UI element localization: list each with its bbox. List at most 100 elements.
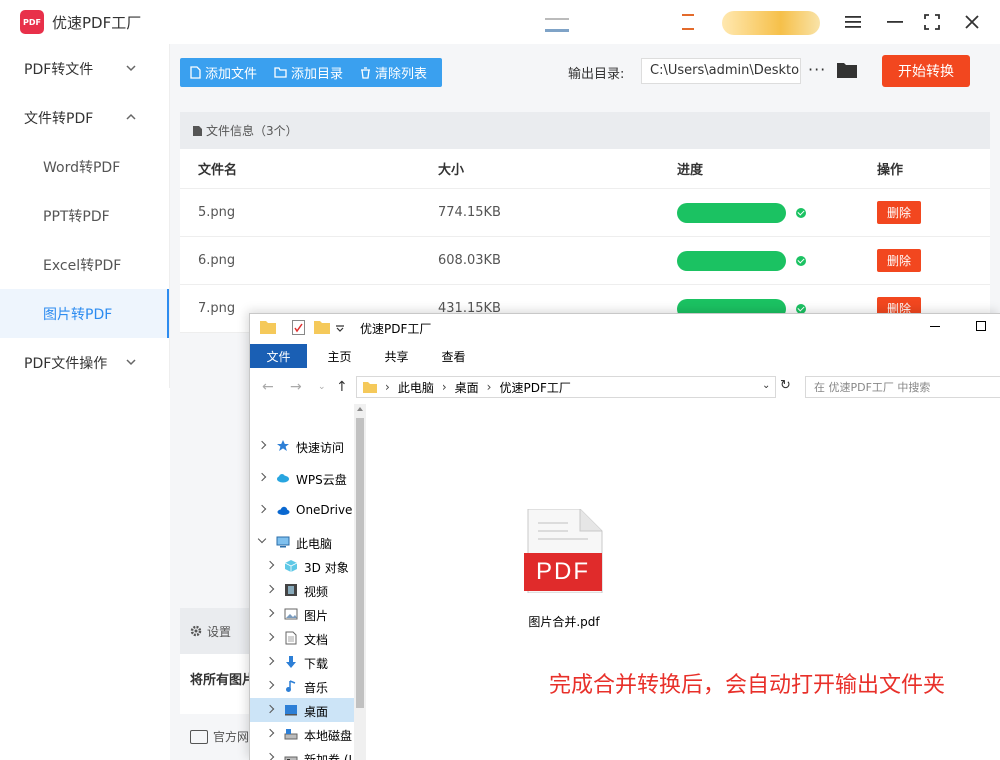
file-name-cell: 7.png (198, 301, 236, 316)
add-file-button[interactable]: 添加文件 (190, 63, 257, 82)
close-icon[interactable] (959, 10, 985, 34)
expand-arrow-icon[interactable] (265, 656, 275, 666)
tree-label: 新加卷 (I (304, 753, 353, 760)
breadcrumb-separator: › (385, 380, 390, 394)
folder-icon (260, 321, 276, 334)
back-icon[interactable]: ← (262, 379, 274, 395)
menu-icon[interactable] (840, 10, 866, 34)
tree-label: 文档 (304, 633, 329, 647)
tree-item-new-volume[interactable]: 新加卷 (I (250, 746, 366, 760)
tree-item-3d-objects[interactable]: 3D 对象 (250, 554, 366, 578)
check-icon (796, 207, 806, 218)
tree-item-music[interactable]: 音乐 (250, 674, 366, 698)
navigation-tree: 快速访问 WPS云盘 OneDrive 此电脑 3D 对象 视频 图片 文档 下… (250, 404, 366, 760)
sidebar-item-pdf-to-file[interactable]: PDF转文件 (0, 44, 169, 93)
tab-home[interactable]: 主页 (313, 344, 366, 368)
clear-list-button[interactable]: 清除列表 (360, 63, 427, 82)
expand-arrow-icon[interactable] (265, 752, 275, 760)
tree-scrollbar[interactable] (354, 404, 366, 760)
tree-item-documents[interactable]: 文档 (250, 626, 366, 650)
address-bar[interactable]: › 此电脑 › 桌面 › 优速PDF工厂 (356, 376, 776, 398)
disk-icon (284, 729, 298, 740)
sidebar-item-excel-to-pdf[interactable]: Excel转PDF (0, 240, 169, 289)
tree-item-wps-cloud[interactable]: WPS云盘 (250, 466, 366, 490)
more-options-button[interactable]: ··· (808, 60, 826, 79)
up-icon[interactable]: ↑ (336, 379, 348, 395)
scroll-up-icon[interactable] (357, 407, 363, 411)
expand-arrow-icon[interactable] (257, 504, 267, 514)
breadcrumb-desktop[interactable]: 桌面 (455, 379, 479, 396)
expand-arrow-icon[interactable] (265, 728, 275, 738)
output-dir-input[interactable]: C:\Users\admin\Desktop (641, 58, 801, 84)
scrollbar-thumb[interactable] (356, 418, 364, 708)
folder-icon (363, 382, 377, 393)
sidebar-item-ppt-to-pdf[interactable]: PPT转PDF (0, 191, 169, 240)
vip-button[interactable] (722, 11, 820, 35)
expand-arrow-icon[interactable] (265, 584, 275, 594)
sidebar-item-word-to-pdf[interactable]: Word转PDF (0, 142, 169, 191)
start-convert-button[interactable]: 开始转换 (882, 55, 970, 87)
music-icon (286, 680, 296, 692)
tree-label: 图片 (304, 609, 329, 623)
expand-arrow-icon[interactable] (265, 704, 275, 714)
pdf-file-name[interactable]: 图片合并.pdf (509, 613, 619, 630)
forward-icon[interactable]: → (290, 379, 302, 395)
delete-button[interactable]: 删除 (877, 249, 921, 272)
refresh-icon[interactable]: ↻ (780, 378, 791, 393)
expand-arrow-icon[interactable] (265, 608, 275, 618)
sidebar-item-pdf-operations[interactable]: PDF文件操作 (0, 338, 169, 387)
tree-item-pictures[interactable]: 图片 (250, 602, 366, 626)
tree-label: 音乐 (304, 681, 329, 695)
file-size-cell: 608.03KB (438, 253, 501, 268)
tree-item-downloads[interactable]: 下载 (250, 650, 366, 674)
breadcrumb-this-pc[interactable]: 此电脑 (398, 379, 434, 396)
tree-item-videos[interactable]: 视频 (250, 578, 366, 602)
explorer-minimize-icon[interactable] (930, 326, 940, 327)
expand-arrow-icon[interactable] (257, 440, 267, 450)
app-logo-icon: PDF (20, 10, 44, 34)
official-site-link[interactable]: 官方网 (190, 728, 249, 745)
dropdown-icon[interactable] (336, 324, 344, 332)
explorer-maximize-icon[interactable] (976, 321, 986, 331)
breadcrumb-folder[interactable]: 优速PDF工厂 (499, 379, 570, 396)
tab-share[interactable]: 共享 (370, 344, 423, 368)
action-cell: 删除 (877, 237, 921, 284)
progress-bar (677, 202, 786, 223)
video-icon (285, 584, 297, 596)
sidebar-item-label: PDF文件操作 (24, 355, 108, 372)
tree-label: 下载 (304, 657, 329, 671)
address-dropdown-icon[interactable]: ⌄ (762, 380, 770, 391)
expand-arrow-icon[interactable] (265, 560, 275, 570)
folder-icon[interactable] (837, 61, 857, 78)
expand-arrow-icon[interactable] (257, 472, 267, 482)
expand-arrow-icon[interactable] (265, 680, 275, 690)
add-directory-button[interactable]: 添加目录 (274, 63, 343, 82)
tree-item-desktop[interactable]: 桌面 (250, 698, 366, 722)
properties-icon[interactable] (292, 320, 305, 335)
maximize-icon[interactable] (919, 10, 945, 34)
new-folder-icon[interactable] (314, 320, 330, 334)
expand-arrow-icon[interactable] (265, 632, 275, 642)
recent-dropdown-icon[interactable]: ⌄ (318, 382, 326, 392)
sidebar-item-label: Excel转PDF (43, 257, 122, 274)
sidebar-item-file-to-pdf[interactable]: 文件转PDF (0, 93, 169, 142)
check-icon (796, 255, 806, 266)
search-input[interactable]: 在 优速PDF工厂 中搜索 (805, 376, 1000, 398)
tab-view[interactable]: 查看 (427, 344, 480, 368)
clear-list-label: 清除列表 (375, 67, 428, 82)
tree-item-quick-access[interactable]: 快速访问 (250, 434, 366, 458)
pdf-file-icon[interactable]: PDF (524, 509, 604, 593)
gift-icon[interactable] (682, 12, 694, 32)
minimize-icon[interactable] (882, 10, 908, 34)
explorer-titlebar: 优速PDF工厂 (250, 314, 1000, 342)
delete-button[interactable]: 删除 (877, 201, 921, 224)
sidebar-item-image-to-pdf[interactable]: 图片转PDF (0, 289, 169, 338)
skin-icon[interactable] (545, 18, 569, 32)
collapse-arrow-icon[interactable] (257, 534, 267, 544)
tree-item-this-pc[interactable]: 此电脑 (250, 530, 366, 554)
tree-item-onedrive[interactable]: OneDrive (250, 498, 366, 522)
tree-item-local-disk[interactable]: 本地磁盘 (250, 722, 366, 746)
tab-file[interactable]: 文件 (250, 344, 307, 368)
official-site-label: 官方网 (213, 730, 250, 744)
tree-label: 视频 (304, 585, 329, 599)
